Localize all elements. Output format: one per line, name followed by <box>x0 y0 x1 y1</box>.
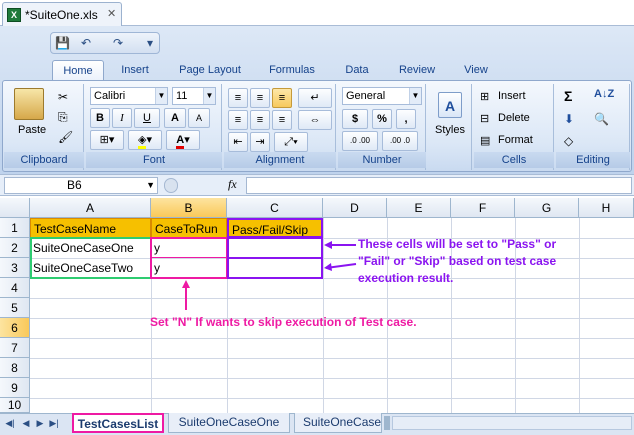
last-sheet-icon[interactable]: ▶| <box>48 417 60 429</box>
first-sheet-icon[interactable]: ◀| <box>4 417 16 429</box>
result-note-line-1: These cells will be set to "Pass" or <box>358 237 557 251</box>
arrowhead-c3 <box>324 263 332 271</box>
tab-split-handle[interactable] <box>384 416 390 430</box>
sheet-tab-testcaseslist[interactable]: TestCasesList <box>72 413 164 433</box>
result-note-line-3: execution result. <box>358 271 454 285</box>
next-sheet-icon[interactable]: ▶ <box>34 417 46 429</box>
prev-sheet-icon[interactable]: ◀ <box>20 417 32 429</box>
sheet-tab-suiteonecaseone[interactable]: SuiteOneCaseOne <box>168 413 290 433</box>
arrowhead-b3 <box>182 280 190 288</box>
sheet-tab-suiteonecasetwo[interactable]: SuiteOneCaseT <box>294 413 382 433</box>
horizontal-scrollbar[interactable] <box>392 416 632 430</box>
arrowhead-c2 <box>324 241 332 249</box>
skip-note: Set "N" If wants to skip execution of Te… <box>150 315 417 329</box>
result-note-line-2: "Fail" or "Skip" based on test case <box>358 254 557 268</box>
result-note: These cells will be set to "Pass" or "Fa… <box>358 236 556 287</box>
annotation-arrows <box>182 241 357 310</box>
